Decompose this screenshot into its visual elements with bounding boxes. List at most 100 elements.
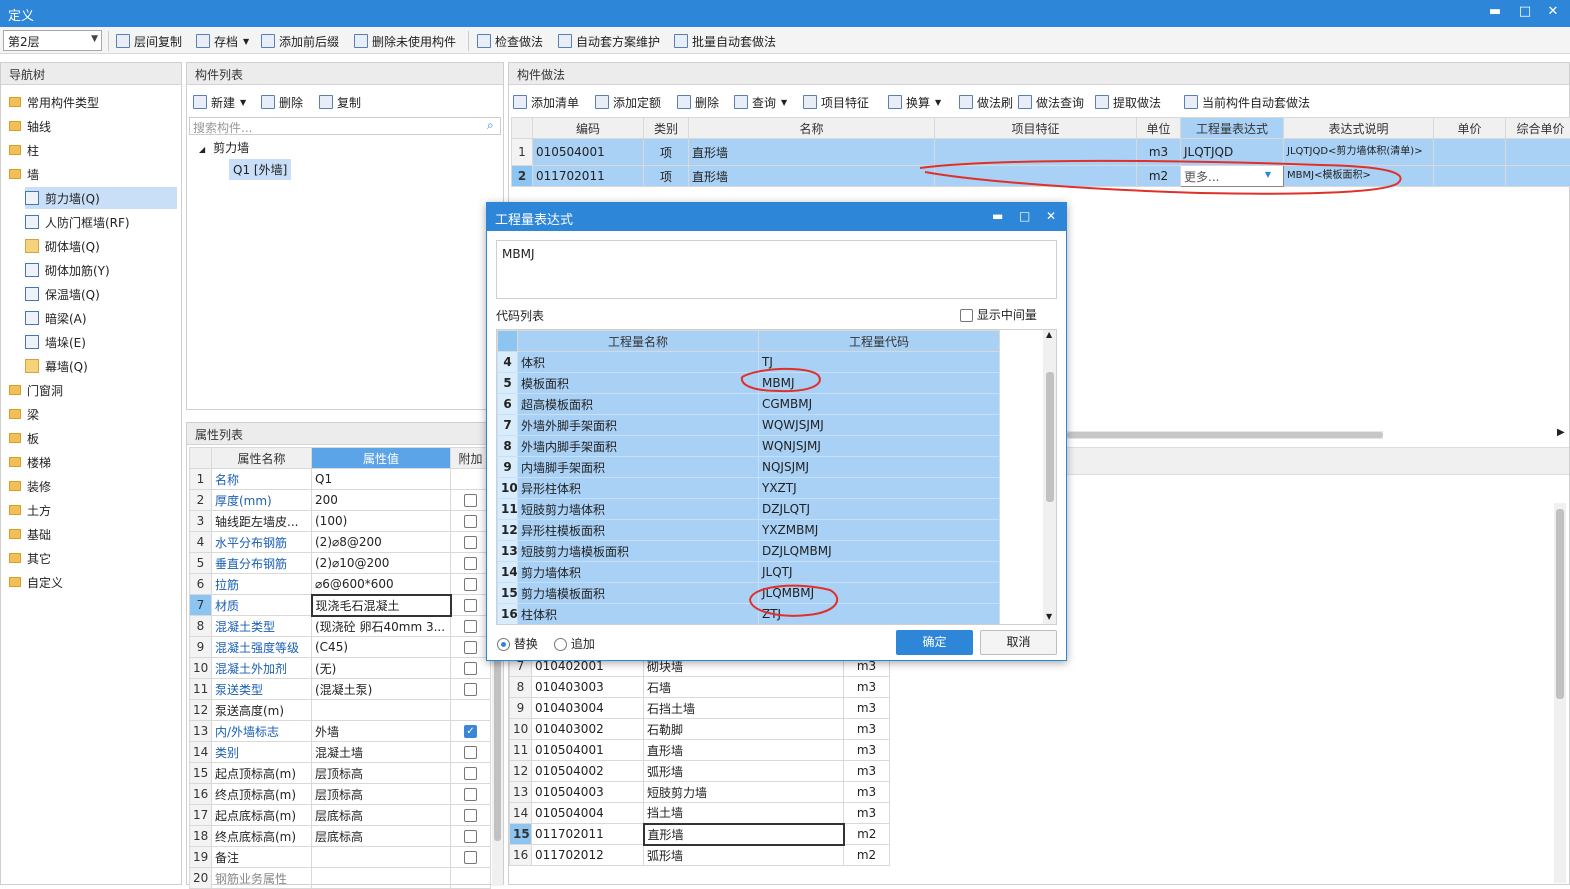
component-search-input[interactable]: 搜索构件... <box>189 117 501 135</box>
nav-sub-item-5[interactable]: 暗梁(A) <box>25 307 87 329</box>
property-row[interactable]: 3轴线距左墙皮...(100) <box>190 511 491 532</box>
property-extra[interactable] <box>451 700 491 721</box>
nav-item-bottom-1[interactable]: 梁 <box>9 403 39 425</box>
expression-input[interactable]: MBMJ <box>496 240 1057 299</box>
method-row[interactable]: 2011702011项直形墙m2更多...▼MBMJ<模板面积>✓ <box>512 166 1570 187</box>
property-extra[interactable] <box>451 595 491 616</box>
reference-cell[interactable]: m3 <box>844 677 890 698</box>
nav-sub-item-6[interactable]: 墙垛(E) <box>25 331 86 353</box>
reference-cell[interactable]: m3 <box>844 740 890 761</box>
reference-cell[interactable]: m2 <box>844 845 890 866</box>
code-row[interactable]: 7外墙外脚手架面积WQWJSJMJ <box>498 415 1000 436</box>
code-row[interactable]: 13短肢剪力墙模板面积DZJLQMBMJ <box>498 541 1000 562</box>
scroll-up-icon[interactable]: ▲ <box>1046 330 1052 339</box>
property-extra[interactable] <box>451 742 491 763</box>
method-header-cell[interactable]: 单位 <box>1137 118 1181 139</box>
nav-sub-item-3[interactable]: 砌体加筋(Y) <box>25 259 110 281</box>
property-value[interactable]: 混凝土墙 <box>312 742 451 763</box>
reference-cell[interactable]: 直形墙 <box>644 824 844 845</box>
method-button-8[interactable]: 提取做法 <box>1095 93 1161 111</box>
method-cell[interactable]: 010504001 <box>533 139 644 166</box>
method-cell[interactable]: 直形墙 <box>689 139 935 166</box>
code-row[interactable]: 4体积TJ <box>498 352 1000 373</box>
quantity-name[interactable]: 外墙外脚手架面积 <box>518 415 759 436</box>
extra-checkbox[interactable] <box>464 851 477 864</box>
method-cell[interactable] <box>935 166 1137 187</box>
method-cell[interactable] <box>1506 166 1570 187</box>
scroll-right-icon[interactable]: ▶ <box>1557 427 1565 438</box>
property-extra[interactable] <box>451 805 491 826</box>
nav-item-0[interactable]: 常用构件类型 <box>9 91 99 113</box>
tree-item-q1[interactable]: Q1 [外墙] <box>229 159 291 180</box>
method-button-3[interactable]: 查询▼ <box>734 93 787 111</box>
quantity-name[interactable]: 剪力墙模板面积 <box>518 583 759 604</box>
quantity-name[interactable]: 体积 <box>518 352 759 373</box>
extra-checkbox[interactable] <box>464 536 477 549</box>
quantity-code[interactable]: WQNJSJMJ <box>759 436 1000 457</box>
method-cell[interactable]: 项 <box>644 139 689 166</box>
nav-item-bottom-2[interactable]: 板 <box>9 427 39 449</box>
code-row[interactable]: 11短肢剪力墙体积DZJLQTJ <box>498 499 1000 520</box>
quantity-code[interactable]: JLQMBMJ <box>759 583 1000 604</box>
copy-floor-button[interactable]: 层间复制 <box>116 32 182 50</box>
property-value[interactable]: 200 <box>312 490 451 511</box>
property-row[interactable]: 6拉筋⌀6@600*600 <box>190 574 491 595</box>
property-row[interactable]: 15起点顶标高(m)层顶标高 <box>190 763 491 784</box>
property-value[interactable]: (混凝土泵) <box>312 679 451 700</box>
property-row[interactable]: 7材质现浇毛石混凝土 <box>190 595 491 616</box>
method-header-cell[interactable]: 名称 <box>689 118 935 139</box>
reference-cell[interactable]: 挡土墙 <box>644 803 844 824</box>
method-cell[interactable]: MBMJ<模板面积> <box>1284 166 1434 187</box>
quantity-name[interactable]: 超高模板面积 <box>518 394 759 415</box>
method-header-cell[interactable]: 综合单价 <box>1506 118 1570 139</box>
quantity-name[interactable]: 外墙内脚手架面积 <box>518 436 759 457</box>
extra-checkbox[interactable] <box>464 746 477 759</box>
reference-cell[interactable]: m3 <box>844 803 890 824</box>
property-value[interactable]: (C45) <box>312 637 451 658</box>
method-row[interactable]: 1010504001项直形墙m3JLQTJQDJLQTJQD<剪力墙体积(清单)… <box>512 139 1570 166</box>
reference-row[interactable]: 15011702011直形墙m2 <box>510 824 890 845</box>
code-row[interactable]: 14剪力墙体积JLQTJ <box>498 562 1000 583</box>
property-extra[interactable] <box>451 763 491 784</box>
method-cell[interactable] <box>1434 139 1506 166</box>
reference-row[interactable]: 13010504003短肢剪力墙m3 <box>510 782 890 803</box>
method-cell[interactable] <box>935 139 1137 166</box>
reference-cell[interactable]: m3 <box>844 761 890 782</box>
property-value[interactable]: (2)⌀10@200 <box>312 553 451 574</box>
quantity-code[interactable]: JLQTJ <box>759 562 1000 583</box>
reference-cell[interactable]: 010403002 <box>532 719 644 740</box>
minimize-icon[interactable]: ▬ <box>1486 4 1504 19</box>
reference-cell[interactable]: m3 <box>844 719 890 740</box>
extra-checkbox[interactable] <box>464 620 477 633</box>
nav-item-3[interactable]: 墙 <box>9 163 39 185</box>
property-row[interactable]: 20钢筋业务属性 <box>190 868 491 889</box>
reference-row[interactable]: 9010403004石挡土墙m3 <box>510 698 890 719</box>
property-extra[interactable]: ✓ <box>451 721 491 742</box>
reference-row[interactable]: 8010403003石墙m3 <box>510 677 890 698</box>
auto-scheme-button[interactable]: 自动套方案维护 <box>558 32 660 50</box>
method-header-cell[interactable]: 类别 <box>644 118 689 139</box>
archive-button[interactable]: 存档▼ <box>196 32 249 50</box>
method-button-9[interactable]: 当前构件自动套做法 <box>1184 93 1310 111</box>
reference-cell[interactable]: 010403003 <box>532 677 644 698</box>
method-button-6[interactable]: 做法刷 <box>959 93 1013 111</box>
property-extra[interactable] <box>451 847 491 868</box>
close-icon[interactable]: ✕ <box>1544 4 1562 19</box>
quantity-name[interactable]: 短肢剪力墙模板面积 <box>518 541 759 562</box>
property-row[interactable]: 13内/外墙标志外墙✓ <box>190 721 491 742</box>
property-row[interactable]: 11泵送类型(混凝土泵) <box>190 679 491 700</box>
property-row[interactable]: 14类别混凝土墙 <box>190 742 491 763</box>
property-row[interactable]: 16终点顶标高(m)层顶标高 <box>190 784 491 805</box>
quantity-code[interactable]: TJ <box>759 352 1000 373</box>
code-row[interactable]: 5模板面积MBMJ <box>498 373 1000 394</box>
property-extra[interactable] <box>451 553 491 574</box>
delete-unused-button[interactable]: 删除未使用构件 <box>354 32 456 50</box>
extra-checkbox[interactable]: ✓ <box>464 725 477 738</box>
quantity-name[interactable]: 剪力墙体积 <box>518 562 759 583</box>
reference-cell[interactable]: 010504001 <box>532 740 644 761</box>
batch-auto-button[interactable]: 批量自动套做法 <box>674 32 776 50</box>
method-header-cell[interactable]: 单价 <box>1434 118 1506 139</box>
property-extra[interactable] <box>451 511 491 532</box>
lower-scrollbar[interactable] <box>1554 503 1566 883</box>
radio-append[interactable]: 追加 <box>554 635 595 652</box>
